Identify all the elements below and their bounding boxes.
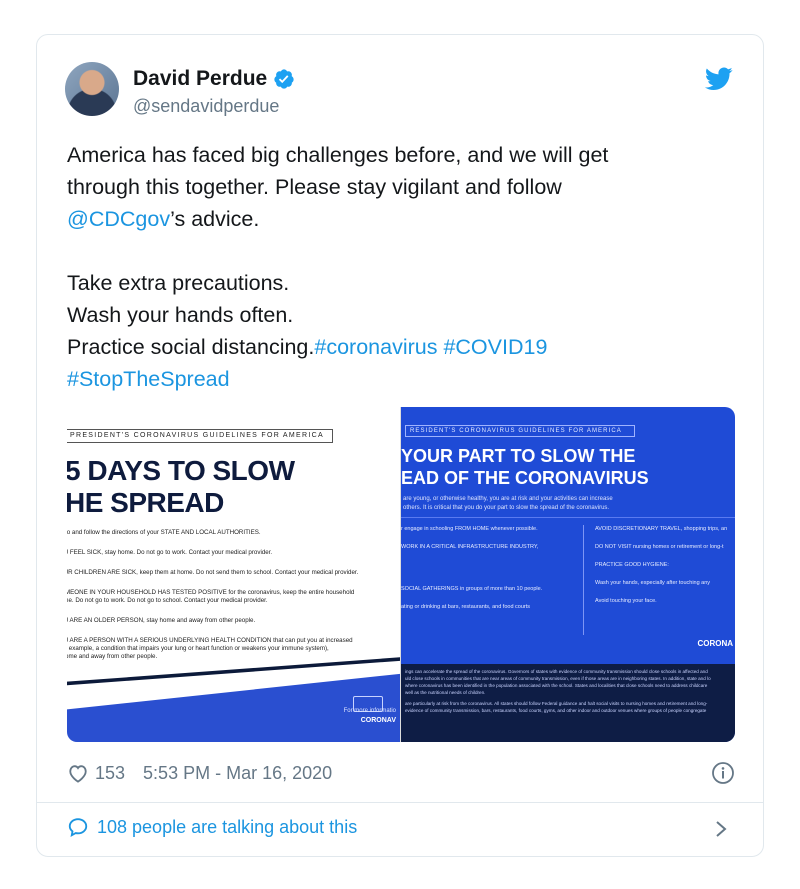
slow-spread-title-line: EAD OF THE CORONAVIRUS xyxy=(401,468,649,488)
divider-line xyxy=(401,517,735,518)
guideline-item: JR CHILDREN ARE SICK, keep them at home.… xyxy=(67,569,359,576)
guideline-item: PRACTICE GOOD HYGIENE: xyxy=(595,562,669,568)
tweet-meta: 153 5:53 PM - Mar 16, 2020 xyxy=(67,758,735,788)
intro-line: others. It is critical that you do your … xyxy=(403,505,610,511)
guideline-item: AVOID DISCRETIONARY TRAVEL, shopping tri… xyxy=(595,526,728,532)
verified-badge-icon xyxy=(274,69,294,89)
slow-spread-title: YOUR PART TO SLOW THE EAD OF THE CORONAV… xyxy=(401,445,649,489)
heart-icon[interactable] xyxy=(67,763,89,783)
guideline-item: SOCIAL GATHERINGS in groups of more than… xyxy=(401,586,543,592)
media-image-right[interactable]: RESIDENT'S CORONAVIRUS GUIDELINES FOR AM… xyxy=(401,407,735,742)
slow-spread-title-line: YOUR PART TO SLOW THE xyxy=(401,446,636,466)
tweet-line: America has faced big challenges before,… xyxy=(67,143,609,167)
author-name-row[interactable]: David Perdue xyxy=(133,67,295,91)
tweet-line: through this together. Please stay vigil… xyxy=(67,175,562,199)
guidelines-list: to and follow the directions of your STA… xyxy=(67,529,385,673)
hashtag-coronavirus[interactable]: #coronavirus xyxy=(314,335,437,359)
guidelines-column-right: AVOID DISCRETIONARY TRAVEL, shopping tri… xyxy=(595,525,735,615)
guideline-item: J ARE A PERSON WITH A SERIOUS UNDERLYING… xyxy=(67,637,353,644)
footer-text: where coronavirus has been identified in… xyxy=(405,683,708,688)
author-handle[interactable]: @sendavidperdue xyxy=(133,96,279,117)
guideline-item: J ARE AN OLDER PERSON, stay home and awa… xyxy=(67,617,256,624)
tweet-line: ’s advice. xyxy=(170,207,260,231)
footer-text: evidence of community transmission, bars… xyxy=(405,708,707,713)
media-image-left[interactable]: PRESIDENT'S CORONAVIRUS GUIDELINES FOR A… xyxy=(67,407,401,742)
guideline-item: r example, a condition that impairs your… xyxy=(67,645,329,652)
guideline-item: ome and away from other people. xyxy=(67,653,158,660)
chevron-right-icon[interactable] xyxy=(713,819,729,839)
guidelines-header: PRESIDENT'S CORONAVIRUS GUIDELINES FOR A… xyxy=(67,429,333,443)
tweet-text: America has faced big challenges before,… xyxy=(67,139,707,395)
footer-divider xyxy=(37,802,763,803)
guidelines-title-line: HE SPREAD xyxy=(67,487,224,518)
guideline-item: Wash your hands, especially after touchi… xyxy=(595,580,711,586)
footer-band: ings can accelerate the spread of the co… xyxy=(401,664,735,742)
guidelines-title-line: 5 DAYS TO SLOW xyxy=(67,455,295,486)
conversation-label[interactable]: 108 people are talking about this xyxy=(97,817,357,838)
conversation-link[interactable]: 108 people are talking about this xyxy=(67,816,357,838)
speech-bubble-icon xyxy=(68,818,88,838)
tweet-line: Practice social distancing. xyxy=(67,335,315,359)
guideline-item: Avoid touching your face. xyxy=(595,598,657,604)
more-info-brand: CORONAV xyxy=(360,717,396,724)
tweet-media: PRESIDENT'S CORONAVIRUS GUIDELINES FOR A… xyxy=(67,407,735,742)
timestamp-link[interactable]: 5:53 PM - Mar 16, 2020 xyxy=(143,763,332,784)
author-name[interactable]: David Perdue xyxy=(133,67,267,91)
twitter-bird-icon[interactable] xyxy=(705,67,733,91)
tweet-line: Take extra precautions. xyxy=(67,271,290,295)
guideline-item: r engage in schooling FROM HOME whenever… xyxy=(401,526,538,532)
guidelines-title: 5 DAYS TO SLOW HE SPREAD xyxy=(67,455,295,519)
footer-text: well as the nutritional needs of childre… xyxy=(405,690,486,695)
more-info-line: For more informatio xyxy=(343,708,396,714)
hashtag-stopthespread[interactable]: #StopTheSpread xyxy=(67,367,230,391)
footer-text: are particularly at risk from the corona… xyxy=(405,701,708,706)
guideline-item: J FEEL SICK, stay home. Do not go to wor… xyxy=(67,549,273,556)
slow-spread-intro: are young, or otherwise healthy, you are… xyxy=(403,495,663,513)
guideline-item: DO NOT VISIT nursing homes or retirement… xyxy=(595,544,724,550)
tweet-card: David Perdue @sendavidperdue America has… xyxy=(36,34,764,857)
author-avatar[interactable] xyxy=(65,62,119,116)
column-divider xyxy=(583,525,584,635)
footer-text: ings can accelerate the spread of the co… xyxy=(405,669,708,674)
guideline-item: to and follow the directions of your STA… xyxy=(67,529,261,536)
guidelines-header: RESIDENT'S CORONAVIRUS GUIDELINES FOR AM… xyxy=(405,425,635,437)
guideline-item: ne. Do not go to work. Do not go to scho… xyxy=(67,597,268,604)
mention-link-cdcgov[interactable]: @CDCgov xyxy=(67,207,170,231)
more-info-text: For more informatio CORONAV xyxy=(344,707,396,726)
footer-text: uld close schools in communities that ar… xyxy=(405,676,711,681)
guideline-item: MEONE IN YOUR HOUSEHOLD HAS TESTED POSIT… xyxy=(67,589,355,596)
intro-line: are young, or otherwise healthy, you are… xyxy=(403,496,613,502)
info-icon[interactable] xyxy=(711,761,735,785)
hashtag-covid19[interactable]: #COVID19 xyxy=(443,335,547,359)
guideline-item: WORK IN A CRITICAL INFRASTRUCTURE INDUST… xyxy=(401,544,539,550)
brand-label: CORONA xyxy=(697,639,733,648)
guideline-item: ating or drinking at bars, restaurants, … xyxy=(401,604,531,610)
guidelines-column-left: r engage in schooling FROM HOME whenever… xyxy=(401,525,579,621)
like-count[interactable]: 153 xyxy=(95,763,125,784)
tweet-line: Wash your hands often. xyxy=(67,303,294,327)
